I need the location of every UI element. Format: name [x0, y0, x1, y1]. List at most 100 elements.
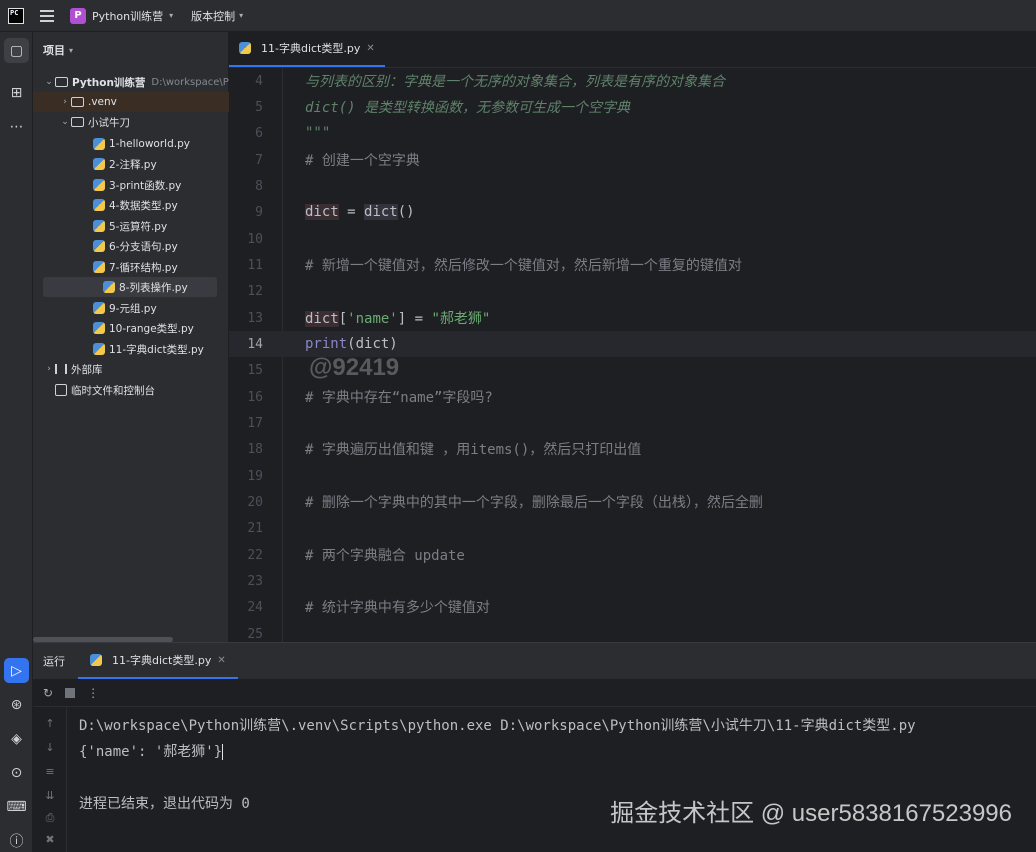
bracket-open: [ — [338, 311, 348, 327]
tab-label: 11-字典dict类型.py — [261, 42, 361, 55]
tree-file[interactable]: 6-分支语句.py — [33, 236, 229, 256]
line-number: 22 — [247, 547, 263, 563]
project-panel-header[interactable]: 项目 ▾ — [33, 32, 228, 68]
file-label: 11-字典dict类型.py — [109, 343, 204, 356]
code-text: # 删除一个字典中的其中一个字段，删除最后一个字段（出栈），然后全删 — [305, 495, 763, 511]
file-label: 6-分支语句.py — [109, 240, 178, 253]
var-dict: dict — [305, 311, 339, 327]
scroll-to-end-icon[interactable]: ⇊ — [43, 789, 57, 802]
console-output[interactable]: D:\workspace\Python训练营\.venv\Scripts\pyt… — [79, 707, 1029, 852]
python-file-icon — [93, 302, 105, 314]
more-tools-icon[interactable]: ⋯ — [4, 114, 29, 139]
code-line: 17 — [229, 410, 1036, 436]
line-number: 4 — [255, 73, 263, 89]
code-line: 18 # 字典遍历出值和键 ，用items()，然后只打印出值 — [229, 436, 1036, 462]
line-number: 23 — [247, 573, 263, 589]
chevron-down-icon[interactable]: ⌄ — [43, 77, 55, 87]
services-icon[interactable]: ⊙ — [4, 760, 29, 785]
run-toolbar: ↻ ⋮ — [33, 679, 1036, 707]
code-line: 21 — [229, 515, 1036, 541]
tree-file-selected[interactable]: 8-列表操作.py — [43, 277, 217, 297]
root-name: Python训练营 — [72, 76, 146, 89]
tree-item-venv[interactable]: › .venv — [33, 92, 229, 112]
code-text: dict = dict() — [305, 204, 415, 220]
chevron-right-icon[interactable]: › — [59, 97, 71, 107]
line-number: 13 — [247, 310, 263, 326]
trash-icon[interactable]: ✖ — [43, 833, 57, 846]
code-text: # 两个字典融合 update — [305, 548, 465, 564]
code-text: # 字典中存在“name”字段吗? — [305, 390, 493, 406]
chevron-right-icon[interactable]: › — [43, 364, 55, 374]
tree-file[interactable]: 11-字典dict类型.py — [33, 339, 229, 359]
project-badge: P — [70, 7, 86, 24]
code-text: # 创建一个空字典 — [305, 153, 420, 169]
code-line: 16 # 字典中存在“name”字段吗? — [229, 384, 1036, 410]
line-number: 21 — [247, 520, 263, 536]
close-icon[interactable]: ✕ — [217, 655, 225, 666]
var-dict: dict — [305, 204, 339, 220]
code-text: # 新增一个键值对，然后修改一个键值对，然后新增一个重复的键值对 — [305, 258, 742, 274]
print-icon[interactable]: ⎙ — [43, 811, 57, 825]
line-number: 8 — [255, 178, 263, 194]
tree-file[interactable]: 3-print函数.py — [33, 175, 229, 195]
tree-file[interactable]: 7-循环结构.py — [33, 257, 229, 277]
title-bar: PC P Python训练营 ▾ 版本控制 ▾ — [0, 0, 1036, 32]
console-exit: 进程已结束，退出代码为 0 — [79, 796, 250, 812]
main-menu-icon[interactable] — [40, 9, 54, 22]
line-number: 17 — [247, 415, 263, 431]
file-label: 2-注释.py — [109, 158, 157, 171]
video-watermark: @92419 — [309, 354, 400, 381]
line-number: 16 — [247, 389, 263, 405]
line-number: 12 — [247, 283, 263, 299]
terminal-icon[interactable]: ⌨ — [4, 794, 29, 819]
close-icon[interactable]: ✕ — [366, 43, 374, 54]
line-number: 14 — [247, 336, 263, 352]
line-number: 15 — [247, 362, 263, 378]
vcs-menu[interactable]: 版本控制 ▾ — [191, 8, 243, 24]
code-text: print(dict) — [305, 336, 398, 352]
project-panel: 项目 ▾ ⌄ Python训练营 D:\workspace\P › .venv … — [33, 32, 229, 642]
soft-wrap-icon[interactable]: ≡ — [43, 765, 57, 778]
tree-item-external-libs[interactable]: › 外部库 — [33, 359, 229, 379]
arrow-up-icon[interactable]: ↑ — [43, 717, 57, 730]
run-tab-label: 11-字典dict类型.py — [112, 654, 212, 667]
code-line: 11 # 新增一个键值对，然后修改一个键值对，然后新增一个重复的键值对 — [229, 252, 1036, 278]
python-file-icon — [239, 42, 251, 54]
tree-file[interactable]: 10-range类型.py — [33, 318, 229, 338]
tree-item-scratches[interactable]: 临时文件和控制台 — [33, 380, 229, 400]
call-dict: dict — [364, 204, 398, 220]
text-caret — [222, 744, 224, 760]
tree-file[interactable]: 9-元组.py — [33, 298, 229, 318]
tree-root[interactable]: ⌄ Python训练营 D:\workspace\P — [33, 72, 229, 92]
editor-tab-bar: 11-字典dict类型.py ✕ — [229, 32, 1036, 68]
line-number: 20 — [247, 494, 263, 510]
rerun-icon[interactable]: ↻ — [43, 686, 53, 700]
run-icon[interactable]: ▷ — [4, 658, 29, 683]
code-text: # 字典遍历出值和键 ，用items()，然后只打印出值 — [305, 442, 642, 458]
tree-file[interactable]: 1-helloworld.py — [33, 134, 229, 154]
tree-file[interactable]: 5-运算符.py — [33, 216, 229, 236]
stop-icon[interactable] — [65, 687, 76, 698]
run-tab-active[interactable]: 11-字典dict类型.py ✕ — [78, 643, 238, 679]
problems-icon[interactable]: ⓘ — [4, 828, 29, 852]
more-options-icon[interactable]: ⋮ — [87, 686, 99, 700]
chevron-down-icon: ▾ — [69, 45, 74, 55]
project-folder-icon[interactable]: ▢ — [4, 38, 29, 63]
chevron-down-icon[interactable]: ⌄ — [59, 117, 71, 127]
code-area[interactable]: 4 与列表的区别：字典是一个无序的对象集合，列表是有序的对象集合 5 dict() … — [229, 68, 1036, 642]
arrow-down-icon[interactable]: ↓ — [43, 741, 57, 754]
tree-item-folder[interactable]: ⌄ 小试牛刀 — [33, 112, 229, 132]
code-line: 12 — [229, 278, 1036, 304]
structure-icon[interactable]: ⊞ — [4, 80, 29, 105]
code-text: """ — [305, 125, 331, 141]
chevron-down-icon: ▾ — [169, 11, 174, 20]
python-file-icon — [93, 199, 105, 211]
line-number: 24 — [247, 599, 263, 615]
tree-file[interactable]: 2-注释.py — [33, 154, 229, 174]
code-line: 23 — [229, 568, 1036, 594]
python-packages-icon[interactable]: ⊛ — [4, 692, 29, 717]
editor-tab-active[interactable]: 11-字典dict类型.py ✕ — [229, 31, 385, 67]
project-switcher[interactable]: P Python训练营 ▾ — [70, 7, 174, 24]
layers-icon[interactable]: ◈ — [4, 726, 29, 751]
tree-file[interactable]: 4-数据类型.py — [33, 195, 229, 215]
